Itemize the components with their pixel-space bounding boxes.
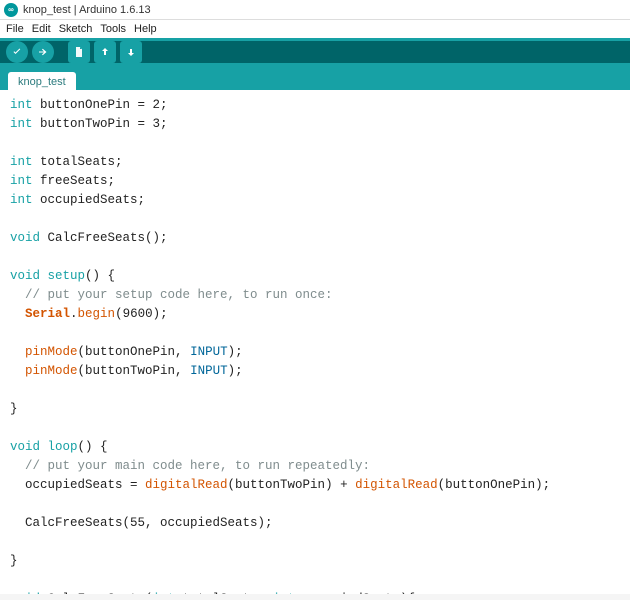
tabbar: knop_test <box>0 66 630 90</box>
code-token: int <box>10 117 33 131</box>
code-token: occupiedSeats = <box>10 478 145 492</box>
code-token: digitalRead <box>355 478 438 492</box>
code-editor[interactable]: int buttonOnePin = 2; int buttonTwoPin =… <box>0 90 630 594</box>
code-token <box>40 440 48 454</box>
code-token: buttonTwoPin = 3; <box>33 117 168 131</box>
code-token: pinMode <box>25 364 78 378</box>
arduino-app-icon: ∞ <box>4 3 18 17</box>
toolbar <box>0 38 630 66</box>
code-token <box>10 345 25 359</box>
code-token: void <box>10 269 40 283</box>
upload-button[interactable] <box>32 41 54 63</box>
code-token: () { <box>85 269 115 283</box>
code-token: ); <box>228 364 243 378</box>
code-token: (buttonOnePin); <box>438 478 551 492</box>
file-icon <box>73 46 85 58</box>
code-token: INPUT <box>190 345 228 359</box>
open-button[interactable] <box>94 41 116 63</box>
save-button[interactable] <box>120 41 142 63</box>
code-token: (buttonTwoPin, <box>78 364 191 378</box>
code-token: void <box>10 231 40 245</box>
menu-edit[interactable]: Edit <box>32 23 51 35</box>
window-title: knop_test | Arduino 1.6.13 <box>23 4 151 16</box>
code-comment: // put your main code here, to run repea… <box>10 459 370 473</box>
menubar: File Edit Sketch Tools Help <box>0 20 630 38</box>
code-token: ); <box>228 345 243 359</box>
code-token: int <box>10 98 33 112</box>
check-icon <box>11 46 23 58</box>
arrow-down-icon <box>125 46 137 58</box>
code-token: INPUT <box>190 364 228 378</box>
tab-knop-test[interactable]: knop_test <box>8 72 76 91</box>
code-token: loop <box>48 440 78 454</box>
code-token: totalSeats, <box>175 592 273 594</box>
code-token: begin <box>78 307 116 321</box>
arrow-up-icon <box>99 46 111 58</box>
menu-tools[interactable]: Tools <box>100 23 126 35</box>
code-token: () { <box>78 440 108 454</box>
code-token: freeSeats; <box>33 174 116 188</box>
code-token: totalSeats; <box>33 155 123 169</box>
code-token: CalcFreeSeats( <box>40 592 153 594</box>
code-token: } <box>10 554 18 568</box>
code-token: CalcFreeSeats(55, occupiedSeats); <box>10 516 273 530</box>
verify-button[interactable] <box>6 41 28 63</box>
code-token: setup <box>48 269 86 283</box>
code-token: void <box>10 592 40 594</box>
new-button[interactable] <box>68 41 90 63</box>
menu-help[interactable]: Help <box>134 23 157 35</box>
menu-file[interactable]: File <box>6 23 24 35</box>
code-token <box>10 307 25 321</box>
code-token: int <box>10 193 33 207</box>
menu-sketch[interactable]: Sketch <box>59 23 93 35</box>
code-token: int <box>273 592 296 594</box>
code-token: int <box>153 592 176 594</box>
titlebar: ∞ knop_test | Arduino 1.6.13 <box>0 0 630 20</box>
code-token: void <box>10 440 40 454</box>
arrow-right-icon <box>37 46 49 58</box>
code-token: digitalRead <box>145 478 228 492</box>
code-comment: // put your setup code here, to run once… <box>10 288 333 302</box>
code-token: pinMode <box>25 345 78 359</box>
code-token: int <box>10 174 33 188</box>
code-token <box>10 364 25 378</box>
code-token: (9600); <box>115 307 168 321</box>
code-token: buttonOnePin = 2; <box>33 98 168 112</box>
code-token: (buttonOnePin, <box>78 345 191 359</box>
code-token: CalcFreeSeats(); <box>40 231 168 245</box>
code-token: Serial <box>25 307 70 321</box>
code-token: (buttonTwoPin) + <box>228 478 356 492</box>
code-token: occupiedSeats; <box>33 193 146 207</box>
code-token: int <box>10 155 33 169</box>
code-token: . <box>70 307 78 321</box>
code-token: } <box>10 402 18 416</box>
code-token: occupiedSeats){ <box>295 592 415 594</box>
code-token <box>40 269 48 283</box>
